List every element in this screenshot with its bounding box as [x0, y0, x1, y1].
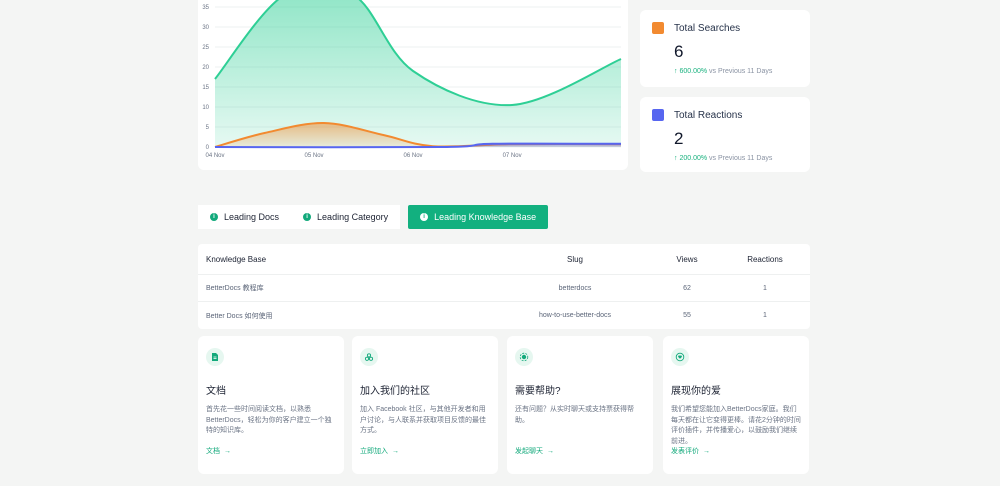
- y-tick-label: 0: [206, 145, 210, 151]
- document-icon: [206, 348, 224, 366]
- y-tick-label: 15: [202, 85, 209, 91]
- x-tick-label: 04 Nov: [205, 153, 224, 159]
- arrow-right-icon: →: [703, 447, 710, 455]
- arrow-right-icon: →: [224, 447, 231, 455]
- leading-tabs: i Leading Docs i Leading Category i Lead…: [198, 205, 549, 229]
- tab-leading-docs[interactable]: i Leading Docs: [198, 205, 292, 229]
- row-name: Better Docs 如何使用: [206, 312, 273, 320]
- header-views: Views: [676, 254, 698, 264]
- card-description: 还有问题？从实时聊天或支持票获得帮助。: [515, 406, 634, 424]
- row-reactions: 1: [763, 312, 767, 319]
- row-slug: how-to-use-better-docs: [539, 312, 611, 319]
- y-tick-label: 10: [202, 105, 209, 111]
- table-header: Knowledge Base Slug Views Reactions: [198, 244, 810, 275]
- total-reactions-card: Total Reactions 2 ↑ 200.00% vs Previous …: [640, 97, 810, 172]
- table-row[interactable]: BetterDocs 教程库 betterdocs 62 1: [198, 275, 810, 302]
- tab-label: Leading Knowledge Base: [434, 212, 537, 222]
- docs-card: 文档 首先花一些时间阅读文档，以熟悉 BetterDocs，轻松为你的客户建立一…: [198, 336, 344, 474]
- row-slug: betterdocs: [558, 284, 592, 292]
- area-chart: 0 5 10 15 20 25 30 35 04 Nov 05 Nov 06 Nov 07 Nov: [202, 0, 622, 159]
- chart-card: 0 5 10 15 20 25 30 35 04 Nov 05 Nov 06 Nov 07 Nov: [198, 0, 628, 170]
- card-title: 加入我们的社区: [360, 386, 430, 397]
- searches-label: Total Searches: [674, 22, 741, 34]
- info-icon: i: [210, 213, 218, 221]
- love-icon: [671, 348, 689, 366]
- x-tick-label: 07 Nov: [503, 153, 522, 159]
- row-name: BetterDocs 教程库: [206, 285, 264, 292]
- start-chat-link[interactable]: 发起聊天 →: [515, 446, 645, 456]
- x-tick-label: 06 Nov: [404, 153, 423, 159]
- link-label: 发起聊天: [515, 448, 543, 455]
- row-views: 55: [683, 312, 691, 319]
- knowledge-base-table: Knowledge Base Slug Views Reactions Bett…: [198, 244, 810, 329]
- header-knowledge-base: Knowledge Base: [206, 254, 267, 264]
- join-now-link[interactable]: 立即加入 →: [360, 446, 490, 456]
- reactions-pct: ↑ 200.00%: [674, 155, 708, 162]
- card-description: 首先花一些时间阅读文档，以熟悉 BetterDocs，轻松为你的客户建立一个独特…: [206, 406, 332, 434]
- row-views: 62: [683, 284, 691, 292]
- info-icon: i: [420, 213, 429, 221]
- searches-period: vs Previous 11 Days: [709, 68, 773, 75]
- link-label: 发表评价: [671, 448, 699, 455]
- reactions-label: Total Reactions: [674, 109, 743, 121]
- show-love-card: 展现你的爱 我们希望您能加入BetterDocs家庭。我们每天都在让它变得更棒。…: [663, 336, 809, 474]
- reactions-value: 2: [674, 129, 684, 148]
- y-tick-label: 5: [206, 125, 210, 131]
- community-icon: [360, 348, 378, 366]
- card-description: 我们希望您能加入BetterDocs家庭。我们每天都在让它变得更棒。请花2分钟的…: [671, 406, 801, 445]
- y-tick-label: 30: [202, 25, 209, 31]
- reactions-change: ↑ 200.00% vs Previous 11 Days: [674, 155, 798, 162]
- tab-leading-knowledge-base[interactable]: i Leading Knowledge Base: [408, 205, 549, 229]
- row-reactions: 1: [763, 284, 767, 292]
- searches-swatch: [652, 22, 664, 34]
- card-title: 需要帮助?: [515, 386, 561, 397]
- tab-label: Leading Docs: [224, 212, 280, 222]
- support-card: 需要帮助? 还有问题？从实时聊天或支持票获得帮助。 发起聊天 →: [507, 336, 653, 474]
- arrow-right-icon: →: [547, 447, 554, 455]
- header-slug: Slug: [566, 254, 583, 264]
- reactions-swatch: [652, 109, 664, 121]
- tab-label: Leading Category: [317, 212, 389, 222]
- searches-change: ↑ 600.00% vs Previous 11 Days: [674, 68, 798, 75]
- tab-leading-category[interactable]: i Leading Category: [291, 205, 401, 229]
- link-label: 立即加入: [360, 448, 388, 455]
- link-label: 文档: [206, 448, 220, 455]
- y-tick-label: 25: [202, 45, 209, 51]
- arrow-right-icon: →: [392, 447, 399, 455]
- community-card: 加入我们的社区 加入 Facebook 社区，与其他开发者和用户讨论，与人联系并…: [352, 336, 498, 474]
- searches-value: 6: [674, 42, 684, 61]
- y-tick-label: 20: [202, 65, 209, 71]
- card-title: 展现你的爱: [671, 386, 721, 397]
- docs-link[interactable]: 文档 →: [206, 446, 336, 456]
- x-tick-label: 05 Nov: [305, 153, 324, 159]
- y-tick-label: 35: [202, 5, 209, 11]
- support-icon: [515, 348, 533, 366]
- write-review-link[interactable]: 发表评价 →: [671, 446, 801, 456]
- reactions-period: vs Previous 11 Days: [709, 155, 773, 162]
- header-reactions: Reactions: [747, 254, 783, 264]
- searches-pct: ↑ 600.00%: [674, 68, 708, 75]
- table-row[interactable]: Better Docs 如何使用 how-to-use-better-docs …: [198, 302, 810, 329]
- total-searches-card: Total Searches 6 ↑ 600.00% vs Previous 1…: [640, 10, 810, 87]
- card-title: 文档: [206, 386, 226, 397]
- info-icon: i: [303, 213, 312, 221]
- card-description: 加入 Facebook 社区，与其他开发者和用户讨论，与人联系并获取项目反馈的最…: [360, 406, 486, 434]
